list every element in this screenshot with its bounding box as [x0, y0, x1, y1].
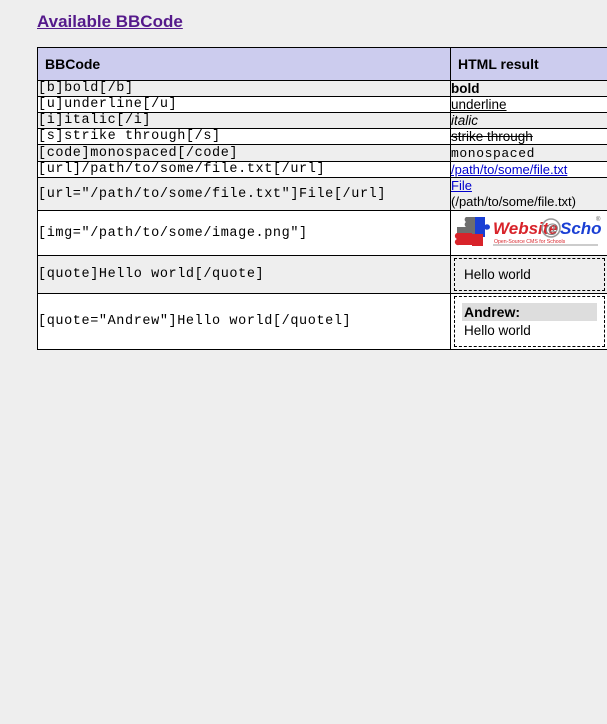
- table-header: BBCode HTML result: [37, 47, 607, 81]
- html-result-cell: Website @ School ® Open-Source CMS for S…: [450, 210, 607, 256]
- rendered-bold-text: bold: [451, 81, 480, 96]
- bbcode-source-cell: [i]italic[/i]: [37, 112, 451, 129]
- bbcode-table-container: BBCode HTML result [b]bold[/b] bold [u]u…: [37, 47, 607, 350]
- rendered-quote-block: Hello world: [454, 258, 605, 291]
- table-row: [url]/path/to/some/file.txt[/url] /path/…: [37, 161, 607, 178]
- bbcode-source-cell: [s]strike through[/s]: [37, 128, 451, 145]
- table-row: [img="/path/to/some/image.png"] Website …: [37, 210, 607, 256]
- table-row: [i]italic[/i] italic: [37, 112, 607, 129]
- rendered-named-url-link[interactable]: File: [451, 178, 607, 194]
- table-row: [quote="Andrew"]Hello world[/quotel] And…: [37, 293, 607, 350]
- html-result-cell: strike through: [450, 128, 607, 145]
- html-result-cell: monospaced: [450, 144, 607, 162]
- quote-body-text: Hello world: [464, 323, 531, 338]
- logo-svg: Website @ School ® Open-Source CMS for S…: [454, 216, 607, 246]
- rendered-monospaced-text: monospaced: [451, 146, 536, 161]
- bbcode-source-cell: [img="/path/to/some/image.png"]: [37, 210, 451, 256]
- column-header-bbcode: BBCode: [37, 47, 451, 81]
- table-row: [code]monospaced[/code] monospaced: [37, 144, 607, 162]
- bbcode-source-cell: [u]underline[/u]: [37, 96, 451, 113]
- table-row: [s]strike through[/s] strike through: [37, 128, 607, 145]
- rendered-strikethrough-text: strike through: [451, 129, 533, 144]
- puzzle-icon: [454, 217, 490, 246]
- html-result-cell: Andrew: Hello world: [450, 293, 607, 350]
- html-result-cell: underline: [450, 96, 607, 113]
- bbcode-source-cell: [quote="Andrew"]Hello world[/quotel]: [37, 293, 451, 350]
- bbcode-reference-table: BBCode HTML result [b]bold[/b] bold [u]u…: [37, 47, 607, 350]
- table-row: [quote]Hello world[/quote] Hello world: [37, 255, 607, 294]
- bbcode-source-cell: [quote]Hello world[/quote]: [37, 255, 451, 294]
- rendered-url-link[interactable]: /path/to/some/file.txt: [451, 162, 567, 177]
- table-body: [b]bold[/b] bold [u]underline[/u] underl…: [37, 80, 607, 350]
- bbcode-help-page: Available BBCode BBCode HTML result [b]b…: [0, 0, 607, 724]
- html-result-cell: bold: [450, 80, 607, 97]
- table-header-row: BBCode HTML result: [37, 47, 607, 81]
- quote-body-text: Hello world: [464, 267, 531, 282]
- table-row: [b]bold[/b] bold: [37, 80, 607, 97]
- bbcode-source-cell: [url]/path/to/some/file.txt[/url]: [37, 161, 451, 178]
- bbcode-source-cell: [b]bold[/b]: [37, 80, 451, 97]
- logo-word-school: School: [560, 219, 601, 238]
- page-title: Available BBCode: [37, 12, 183, 31]
- rendered-quote-block-with-author: Andrew: Hello world: [454, 296, 605, 347]
- column-header-html-result: HTML result: [450, 47, 607, 81]
- logo-registered-mark: ®: [596, 216, 601, 223]
- html-result-cell: Hello world: [450, 255, 607, 294]
- html-result-cell: italic: [450, 112, 607, 129]
- table-row: [url="/path/to/some/file.txt"]File[/url]…: [37, 177, 607, 211]
- table-row: [u]underline[/u] underline: [37, 96, 607, 113]
- logo-word-at: @: [545, 220, 559, 236]
- html-result-cell: /path/to/some/file.txt: [450, 161, 607, 178]
- logo-tagline: Open-Source CMS for Schools: [494, 239, 566, 245]
- rendered-italic-text: italic: [451, 113, 479, 128]
- website-at-school-logo-image: Website @ School ® Open-Source CMS for S…: [451, 211, 607, 255]
- html-result-cell: File (/path/to/some/file.txt): [450, 177, 607, 211]
- bbcode-source-cell: [code]monospaced[/code]: [37, 144, 451, 162]
- rendered-underline-text: underline: [451, 97, 507, 112]
- bbcode-source-cell: [url="/path/to/some/file.txt"]File[/url]: [37, 177, 451, 211]
- quote-author-label: Andrew:: [462, 303, 597, 321]
- rendered-url-target-text: (/path/to/some/file.txt): [451, 194, 576, 209]
